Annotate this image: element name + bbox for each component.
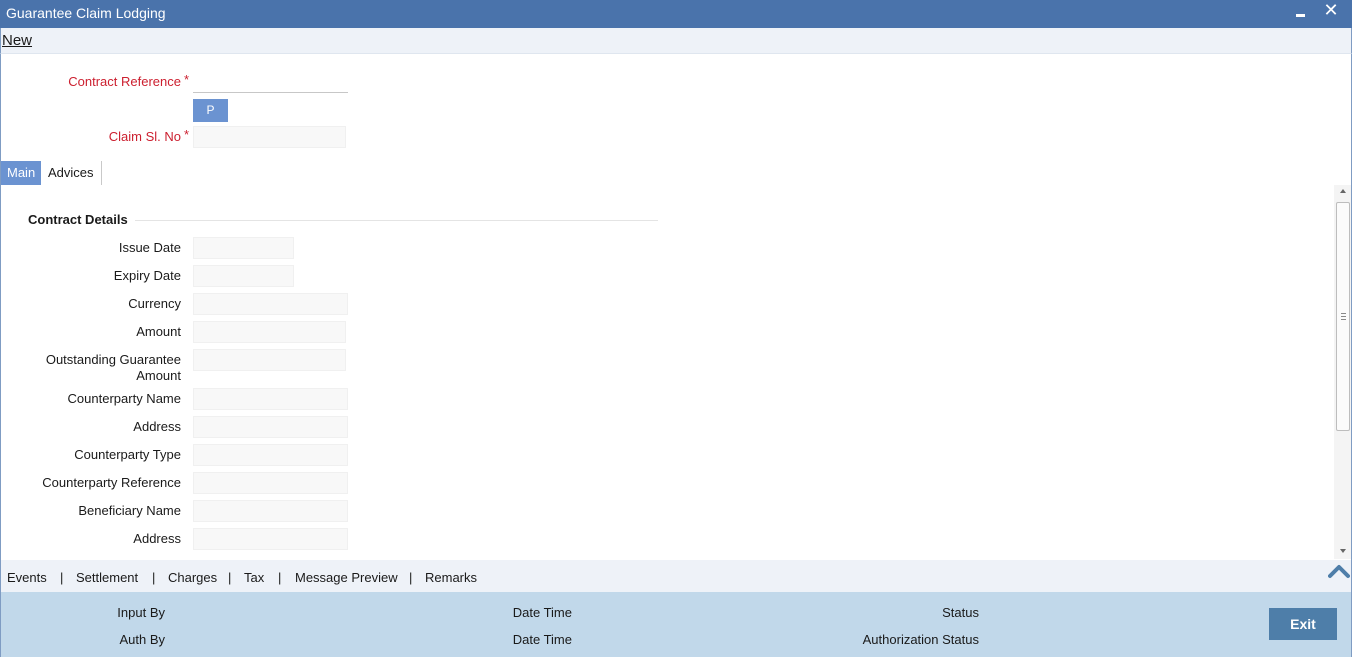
window-titlebar: Guarantee Claim Lodging ✕: [0, 0, 1352, 28]
required-mark: *: [184, 72, 190, 87]
amount-label: Amount: [136, 324, 181, 339]
contract-reference-input[interactable]: [193, 71, 348, 93]
sub-screen-link-bar: Events | Settlement | Charges | Tax | Me…: [1, 560, 1351, 592]
new-link[interactable]: New: [2, 32, 32, 49]
pickup-button[interactable]: P: [193, 99, 228, 122]
section-divider: [135, 220, 658, 221]
contract-reference-label: Contract Reference: [68, 74, 181, 89]
date-time-label: Date Time: [512, 605, 572, 620]
tab-main[interactable]: Main: [1, 161, 41, 185]
outstanding-guarantee-amount-label-line1: Outstanding Guarantee: [45, 352, 181, 367]
beneficiary-address-field[interactable]: [193, 528, 348, 550]
minimize-icon[interactable]: [1294, 2, 1310, 24]
issue-date-field[interactable]: [193, 237, 294, 259]
counterparty-type-field[interactable]: [193, 444, 348, 466]
link-separator: |: [228, 570, 232, 585]
expiry-date-label: Expiry Date: [113, 268, 181, 283]
input-by-label: Input By: [117, 605, 165, 620]
audit-footer: Input By Auth By Date Time Date Time Sta…: [1, 592, 1351, 657]
settlement-link[interactable]: Settlement: [76, 570, 138, 585]
close-icon[interactable]: ✕: [1322, 0, 1340, 22]
events-link[interactable]: Events: [7, 570, 47, 585]
grip-icon: [1341, 313, 1346, 320]
tax-link[interactable]: Tax: [244, 570, 264, 585]
outstanding-guarantee-amount-field[interactable]: [193, 349, 346, 371]
auth-by-label: Auth By: [119, 632, 165, 647]
link-separator: |: [278, 570, 282, 585]
scrollbar-thumb[interactable]: [1336, 202, 1350, 431]
address-label: Address: [133, 419, 181, 434]
currency-label: Currency: [128, 296, 181, 311]
scroll-up-icon[interactable]: [1337, 187, 1348, 197]
message-preview-link[interactable]: Message Preview: [295, 570, 398, 585]
counterparty-reference-label: Counterparty Reference: [42, 475, 181, 490]
authorization-status-label: Authorization Status: [862, 632, 979, 647]
menu-bar: New: [0, 28, 1352, 54]
counterparty-reference-field[interactable]: [193, 472, 348, 494]
amount-field[interactable]: [193, 321, 346, 343]
exit-button[interactable]: Exit: [1269, 608, 1337, 640]
tab-advices[interactable]: Advices: [42, 161, 102, 185]
beneficiary-name-label: Beneficiary Name: [78, 503, 181, 518]
charges-link[interactable]: Charges: [168, 570, 217, 585]
beneficiary-address-label: Address: [133, 531, 181, 546]
auth-date-time-label: Date Time: [512, 632, 572, 647]
remarks-link[interactable]: Remarks: [425, 570, 477, 585]
address-field[interactable]: [193, 416, 348, 438]
window-title: Guarantee Claim Lodging: [6, 5, 166, 21]
beneficiary-name-field[interactable]: [193, 500, 348, 522]
link-separator: |: [152, 570, 156, 585]
currency-field[interactable]: [193, 293, 348, 315]
contract-details-title: Contract Details: [28, 212, 128, 227]
counterparty-type-label: Counterparty Type: [74, 447, 181, 462]
outstanding-guarantee-amount-label-line2: Amount: [136, 368, 181, 383]
required-mark: *: [184, 127, 190, 142]
counterparty-name-field[interactable]: [193, 388, 348, 410]
expiry-date-field[interactable]: [193, 265, 294, 287]
scroll-down-icon[interactable]: [1337, 546, 1348, 556]
status-label: Status: [942, 605, 979, 620]
claim-sl-no-input[interactable]: [193, 126, 346, 148]
link-separator: |: [409, 570, 413, 585]
claim-sl-no-label: Claim Sl. No: [108, 129, 181, 144]
counterparty-name-label: Counterparty Name: [67, 391, 181, 406]
issue-date-label: Issue Date: [118, 240, 181, 255]
chevron-up-icon[interactable]: [1328, 563, 1350, 579]
link-separator: |: [60, 570, 64, 585]
